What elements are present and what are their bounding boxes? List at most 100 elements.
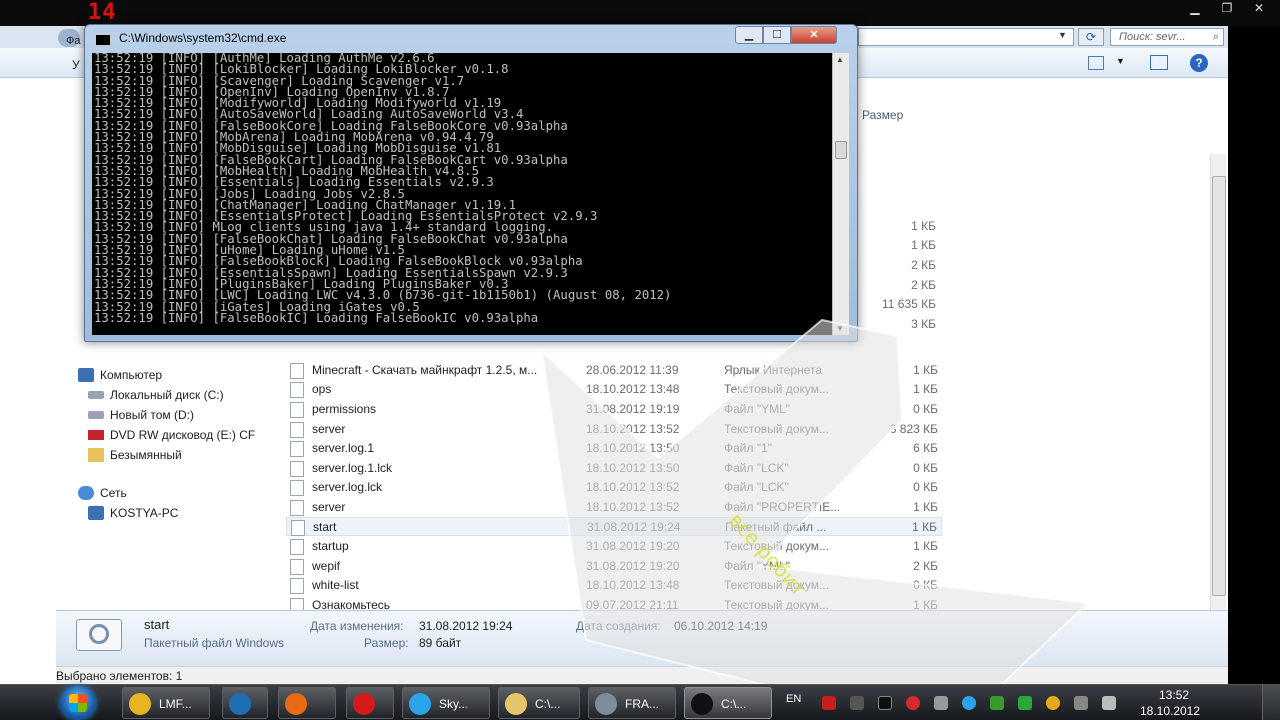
console-line: 13:52:19 [INFO] [FalseBookIC] Loading Fa… <box>94 310 539 325</box>
update-icon[interactable] <box>1018 696 1032 710</box>
nav-item-drive-d[interactable]: Новый том (D:) <box>88 408 194 422</box>
nav-item-label: Новый том (D:) <box>110 408 194 422</box>
app-icon <box>353 693 375 715</box>
nav-item-pc[interactable]: KOSTYA-PC <box>88 506 178 520</box>
scroll-up-icon[interactable]: ▲ <box>836 55 844 64</box>
file-name: white-list <box>312 578 359 592</box>
file-row[interactable]: Minecraft - Скачать майнкрафт 1.2.5, м..… <box>286 361 942 380</box>
restore-icon[interactable]: ❐ <box>1212 0 1242 18</box>
file-name: server.log.lck <box>312 480 383 494</box>
minimize-icon[interactable]: ▁ <box>1180 0 1210 18</box>
language-indicator[interactable]: EN <box>786 693 801 705</box>
file-date: 31.08.2012 19:19 <box>586 402 680 416</box>
nav-item-label: Безымянный <box>110 448 182 462</box>
taskbar-button[interactable]: C:\... <box>498 687 580 719</box>
file-size: 1 КБ <box>913 382 938 396</box>
file-icon <box>290 363 304 379</box>
file-row[interactable]: server 18.10.2012 13:52 Текстовый докум...… <box>286 420 942 439</box>
menu-file-fragment[interactable]: Фа <box>66 35 80 47</box>
network-tray-icon[interactable] <box>878 696 892 710</box>
minimize-button[interactable]: ▁ <box>735 26 763 44</box>
file-size: 0 КБ <box>913 402 938 416</box>
taskbar-button[interactable]: LMF... <box>122 687 210 719</box>
file-row[interactable]: startup 31.08.2012 19:20 Текстовый докум..… <box>286 537 942 556</box>
taskbar-button[interactable]: FRA... <box>588 687 676 719</box>
scroll-down-icon[interactable]: ▼ <box>836 324 844 333</box>
file-name: server <box>312 500 346 514</box>
recording-frame-counter: 14 <box>88 0 117 25</box>
console-icon <box>95 34 111 46</box>
devices-icon[interactable] <box>1074 696 1088 710</box>
nav-item-drive-c[interactable]: Локальный диск (C:) <box>88 388 224 402</box>
file-row[interactable]: white-list 18.10.2012 13:48 Текстовый доку… <box>286 576 942 595</box>
file-list-scrollbar[interactable] <box>1210 154 1226 610</box>
file-row[interactable]: start 31.08.2012 19:24 Пакетный файл ... 1 … <box>286 517 942 536</box>
file-row[interactable]: server.log.1.lck 18.10.2012 13:50 Файл "LC… <box>286 459 942 478</box>
hard-drive-icon <box>88 391 104 399</box>
close-button[interactable]: ✕ <box>791 26 837 44</box>
file-size: 6 КБ <box>913 441 938 455</box>
start-button[interactable] <box>60 686 96 720</box>
file-size: 2 КБ <box>913 559 938 573</box>
help-icon[interactable]: ? <box>1190 54 1208 72</box>
taskbar-button[interactable] <box>222 687 268 719</box>
file-row[interactable]: server 18.10.2012 13:52 Файл "PROPERTIE...… <box>286 498 942 517</box>
file-icon <box>290 441 304 457</box>
taskbar-button[interactable] <box>278 687 336 719</box>
file-date: 18.10.2012 13:48 <box>586 578 680 592</box>
organize-button-fragment[interactable]: У <box>72 58 80 72</box>
clock-date[interactable]: 18.10.2012 <box>1132 704 1208 718</box>
file-date: 18.10.2012 13:52 <box>586 500 680 514</box>
file-row[interactable]: server.log.1 18.10.2012 13:50 Файл "1" 6 КБ <box>286 439 942 458</box>
record-icon[interactable] <box>822 696 836 710</box>
nav-item-unnamed[interactable]: Безымянный <box>88 448 182 462</box>
taskbar-button[interactable]: C:\... <box>684 687 772 719</box>
flag-icon[interactable] <box>850 696 864 710</box>
taskbar: LMF... Sky... C:\... FRA... C:\... EN 13:52 … <box>0 684 1280 720</box>
hard-drive-icon <box>88 411 104 419</box>
search-box[interactable]: Поиск: sevr... ⌕ <box>1110 28 1224 46</box>
console-output[interactable]: 13:52:19 [INFO] [AuthMe] Loading AuthMe … <box>92 53 832 335</box>
smiley-icon[interactable] <box>1046 696 1060 710</box>
details-created-label: Дата создания: <box>576 619 661 633</box>
cmd-titlebar[interactable]: C:\Windows\system32\cmd.exe ▁ ☐ ✕ <box>85 25 857 51</box>
taskbar-button[interactable] <box>346 687 394 719</box>
antivirus-icon[interactable] <box>906 696 920 710</box>
show-desktop-button[interactable] <box>1262 685 1280 720</box>
file-size: 1 КБ <box>912 520 937 534</box>
search-input[interactable]: Поиск: sevr... <box>1119 31 1186 43</box>
close-icon[interactable]: ✕ <box>1244 0 1274 18</box>
scrollbar-thumb[interactable] <box>835 141 847 159</box>
scrollbar-thumb[interactable] <box>1212 176 1226 596</box>
tray-icon[interactable] <box>934 696 948 710</box>
details-file-name: start <box>144 617 170 632</box>
cmd-window[interactable]: C:\Windows\system32\cmd.exe ▁ ☐ ✕ 13:52:… <box>84 24 858 342</box>
taskbar-button[interactable]: Sky... <box>402 687 490 719</box>
nav-item-network[interactable]: Сеть <box>78 486 127 500</box>
computer-icon <box>88 506 104 520</box>
download-icon[interactable] <box>990 696 1004 710</box>
nav-item-drive-e[interactable]: DVD RW дисковод (E:) CF <box>88 428 255 442</box>
clock-time[interactable]: 13:52 <box>1146 688 1202 702</box>
file-row[interactable]: wepif 31.08.2012 19:20 Файл "YML" 2 КБ <box>286 557 942 576</box>
skype-tray-icon[interactable] <box>962 696 976 710</box>
file-name: server.log.1.lck <box>312 461 393 475</box>
change-view-button[interactable] <box>1088 56 1104 70</box>
nav-item-computer[interactable]: Компьютер <box>78 368 162 382</box>
maximize-button[interactable]: ☐ <box>763 26 791 44</box>
volume-mute-icon[interactable] <box>1102 696 1116 710</box>
file-date: 31.08.2012 19:20 <box>586 539 680 553</box>
file-type: Ярлык Интернета <box>724 363 823 377</box>
search-icon[interactable]: ⌕ <box>1213 31 1219 44</box>
details-created-value: 06.10.2012 14:19 <box>674 619 768 633</box>
preview-pane-button[interactable] <box>1150 55 1168 70</box>
console-scrollbar[interactable]: ▲ ▼ <box>832 53 849 335</box>
file-row[interactable]: permissions 31.08.2012 19:19 Файл "YML" 0 К… <box>286 400 942 419</box>
status-bar: Выбрано элементов: 1 <box>56 666 1228 684</box>
file-size: 1 КБ <box>913 500 938 514</box>
file-row[interactable]: server.log.lck 18.10.2012 13:52 Файл "LCK"… <box>286 478 942 497</box>
address-dropdown-icon[interactable]: ▼ <box>1058 30 1067 40</box>
file-row[interactable]: ops 18.10.2012 13:48 Текстовый докум... 1 К… <box>286 380 942 399</box>
refresh-button[interactable]: ⟳ <box>1078 28 1104 46</box>
view-dropdown-icon[interactable]: ▼ <box>1116 56 1125 66</box>
